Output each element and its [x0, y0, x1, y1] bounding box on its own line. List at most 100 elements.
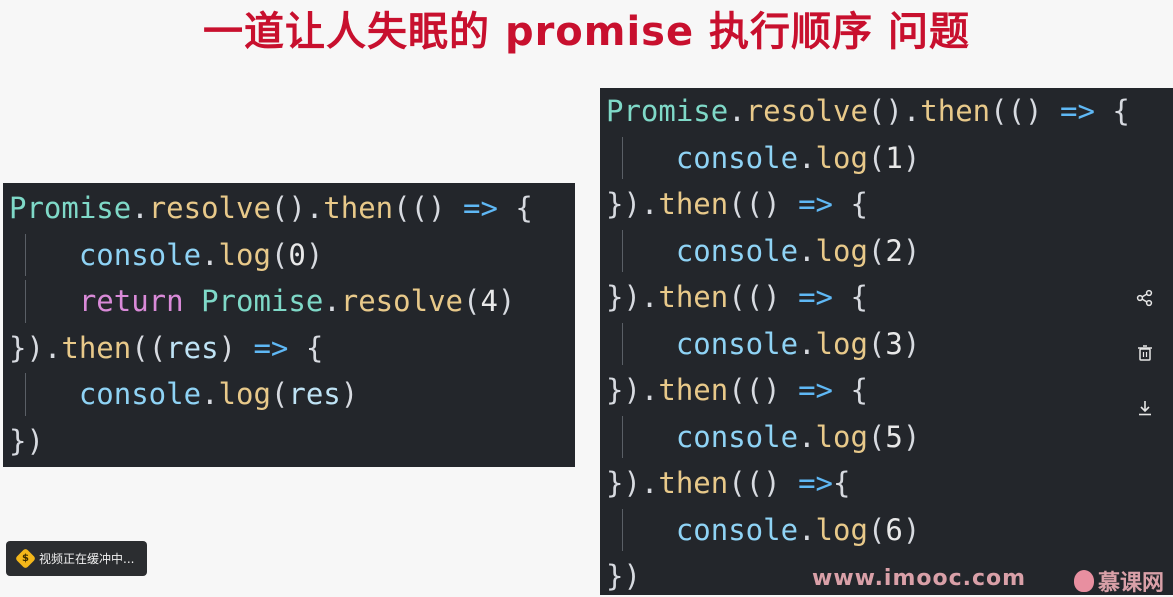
- code-token: resolve: [148, 191, 271, 225]
- indent-guide: [25, 280, 26, 323]
- watermark-site: www.imooc.com: [812, 566, 1027, 591]
- code-line: console.log(2): [606, 228, 920, 274]
- code-token: (: [867, 326, 886, 361]
- code-token: console: [675, 140, 799, 175]
- code-token: .: [323, 284, 341, 318]
- code-token: return: [78, 284, 184, 318]
- code-token: 0: [288, 237, 306, 272]
- code-token: Promise: [9, 191, 132, 225]
- code-token: Promise: [606, 94, 729, 128]
- trash-icon[interactable]: [1125, 333, 1165, 373]
- code-token: .: [798, 326, 816, 361]
- code-token: resolve: [340, 284, 463, 318]
- code-token: ((: [131, 330, 167, 365]
- code-token: =>: [253, 330, 289, 365]
- code-token: =>: [798, 466, 833, 500]
- code-token: 2: [885, 233, 903, 268]
- code-token: 4: [480, 284, 498, 318]
- code-token: {: [1094, 94, 1130, 128]
- code-token: {: [833, 280, 868, 314]
- coin-icon: $: [14, 547, 37, 570]
- code-token: {: [833, 187, 868, 221]
- code-token: ((): [728, 466, 799, 500]
- code-token: (: [867, 419, 886, 454]
- code-token: ((): [728, 187, 799, 221]
- indent-guide: [25, 373, 26, 416]
- code-line: console.log(5): [606, 414, 920, 460]
- code-token: log: [815, 233, 868, 268]
- code-line: }): [9, 418, 44, 464]
- toast-text: 视频正在缓冲中...: [39, 552, 135, 566]
- code-block-right: Promise.resolve().then(() => { console.l…: [600, 88, 1173, 595]
- code-block-left: Promise.resolve().then(() => { console.l…: [3, 183, 575, 467]
- code-token: ): [902, 512, 921, 547]
- flame-logo-icon: [1074, 570, 1094, 592]
- code-token: ): [902, 326, 921, 361]
- code-line: return Promise.resolve(4): [9, 278, 516, 324]
- code-token: =>: [798, 373, 833, 407]
- code-token: then: [658, 466, 729, 500]
- code-token: {: [833, 373, 868, 407]
- download-icon[interactable]: [1125, 388, 1165, 428]
- code-token: log: [815, 140, 868, 175]
- code-token: then: [61, 330, 132, 365]
- code-line: console.log(3): [606, 321, 920, 367]
- code-token: 3: [885, 326, 903, 361]
- code-token: ((): [728, 280, 799, 314]
- code-token: }): [9, 423, 44, 458]
- code-token: (: [867, 140, 886, 175]
- code-token: ((): [728, 373, 799, 407]
- code-token: ): [218, 330, 254, 365]
- code-line: }).then(() =>{: [606, 460, 850, 506]
- code-line: }).then(() => {: [606, 367, 868, 413]
- code-line: }).then(() => {: [606, 274, 868, 320]
- code-token: .: [798, 419, 816, 454]
- code-line: console.log(1): [606, 135, 920, 181]
- code-token: (: [867, 233, 886, 268]
- code-token: res: [166, 330, 219, 365]
- share-icon[interactable]: [1125, 278, 1165, 318]
- code-line: Promise.resolve().then(() => {: [9, 185, 533, 231]
- code-token: (: [270, 237, 289, 272]
- code-token: then: [920, 94, 991, 128]
- code-token: 5: [885, 419, 903, 454]
- code-line: console.log(6): [606, 507, 920, 553]
- code-token: then: [323, 191, 394, 225]
- code-line: }).then((res) => {: [9, 325, 323, 371]
- code-token: ().: [867, 94, 921, 128]
- page-title: 一道让人失眠的 promise 执行顺序 问题: [203, 9, 970, 55]
- code-token: =>: [798, 187, 833, 221]
- code-line: console.log(res): [9, 371, 358, 417]
- code-token: =>: [462, 191, 498, 225]
- code-token: then: [658, 280, 729, 314]
- code-token: {: [497, 191, 533, 225]
- code-token: (: [867, 512, 886, 547]
- code-token: =>: [798, 280, 833, 314]
- code-token: then: [658, 373, 729, 407]
- code-token: ().: [270, 191, 324, 225]
- code-line: }).then(() => {: [606, 181, 868, 227]
- code-token: =>: [1059, 94, 1095, 128]
- code-token: .: [728, 94, 746, 128]
- code-token: .: [798, 140, 816, 175]
- code-token: then: [658, 187, 729, 221]
- indent-guide: [622, 322, 623, 365]
- code-line: console.log(0): [9, 232, 323, 278]
- code-token: .: [201, 237, 219, 272]
- code-token: ): [497, 284, 516, 318]
- code-token: console: [675, 512, 799, 547]
- code-token: resolve: [745, 94, 868, 128]
- code-token: ((): [990, 94, 1060, 128]
- code-token: (: [462, 284, 481, 318]
- code-token: ): [902, 233, 921, 268]
- code-token: }).: [606, 187, 659, 221]
- code-token: }).: [606, 280, 659, 314]
- brand-text: 慕课网: [1098, 571, 1165, 596]
- indent-guide: [622, 508, 623, 551]
